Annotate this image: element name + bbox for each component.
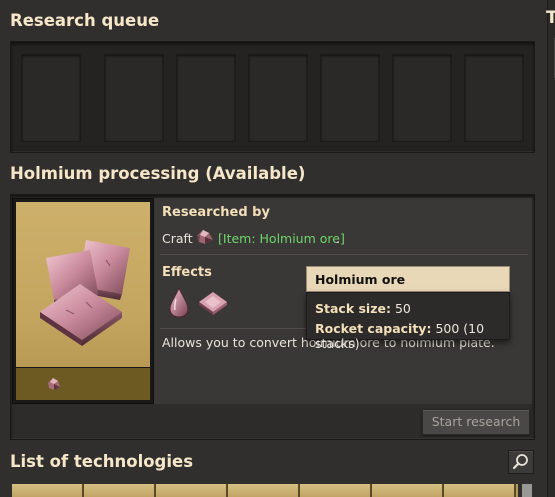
queue-slot[interactable]	[104, 54, 164, 142]
technology-list-item[interactable]	[372, 484, 444, 497]
queue-slot[interactable]	[464, 54, 524, 142]
holmium-solution-icon[interactable]	[162, 285, 196, 319]
holmium-plate-icon[interactable]	[196, 285, 230, 319]
queue-slot[interactable]	[21, 54, 81, 142]
craft-prefix: Craft	[162, 231, 193, 246]
technology-list	[12, 484, 518, 497]
researched-by-label: Researched by	[162, 205, 270, 220]
search-icon	[512, 454, 528, 470]
rocket-capacity-row: Rocket capacity: 500 (10 stacks)	[315, 321, 509, 351]
start-research-button[interactable]: Start research	[422, 409, 530, 435]
stack-size-label: Stack size:	[315, 301, 391, 316]
technology-list-item[interactable]	[12, 484, 84, 497]
queue-slot[interactable]	[392, 54, 452, 142]
holmium-plate-stack-icon	[40, 240, 130, 346]
technology-list-item[interactable]	[84, 484, 156, 497]
search-button[interactable]	[508, 450, 534, 474]
technology-list-scrollbar[interactable]	[522, 484, 532, 497]
technology-window: Research queue Holmium processing (Avail…	[0, 0, 548, 497]
craft-suffix: .	[336, 231, 340, 246]
craft-item-link[interactable]: [Item: Holmium ore]	[218, 231, 345, 246]
queue-slot[interactable]	[320, 54, 380, 142]
adjacent-panel: T	[546, 0, 555, 497]
research-queue-heading: Research queue	[10, 11, 160, 30]
technology-list-item[interactable]	[300, 484, 372, 497]
divider	[160, 328, 306, 329]
technology-card-footer	[16, 368, 150, 400]
technology-list-item[interactable]	[156, 484, 228, 497]
holmium-ore-icon	[197, 230, 213, 244]
queue-slot[interactable]	[248, 54, 308, 142]
holmium-ore-icon	[48, 378, 60, 390]
stack-size-value: 50	[394, 301, 411, 316]
technology-list-item[interactable]	[228, 484, 300, 497]
rocket-capacity-label: Rocket capacity:	[315, 321, 432, 336]
stack-size-row: Stack size: 50	[315, 301, 411, 316]
technology-list-item[interactable]	[444, 484, 516, 497]
adjacent-panel-title: T	[546, 8, 555, 28]
technology-card[interactable]	[12, 198, 154, 404]
tooltip-title: Holmium ore	[306, 266, 510, 292]
technology-heading: Holmium processing (Available)	[10, 164, 306, 183]
technology-list-heading: List of technologies	[10, 452, 194, 471]
technology-art	[16, 202, 150, 367]
effects-label: Effects	[162, 265, 212, 280]
divider	[160, 254, 528, 255]
item-tooltip: Stack size: 50 Rocket capacity: 500 (10 …	[306, 292, 510, 351]
queue-slot[interactable]	[176, 54, 236, 142]
